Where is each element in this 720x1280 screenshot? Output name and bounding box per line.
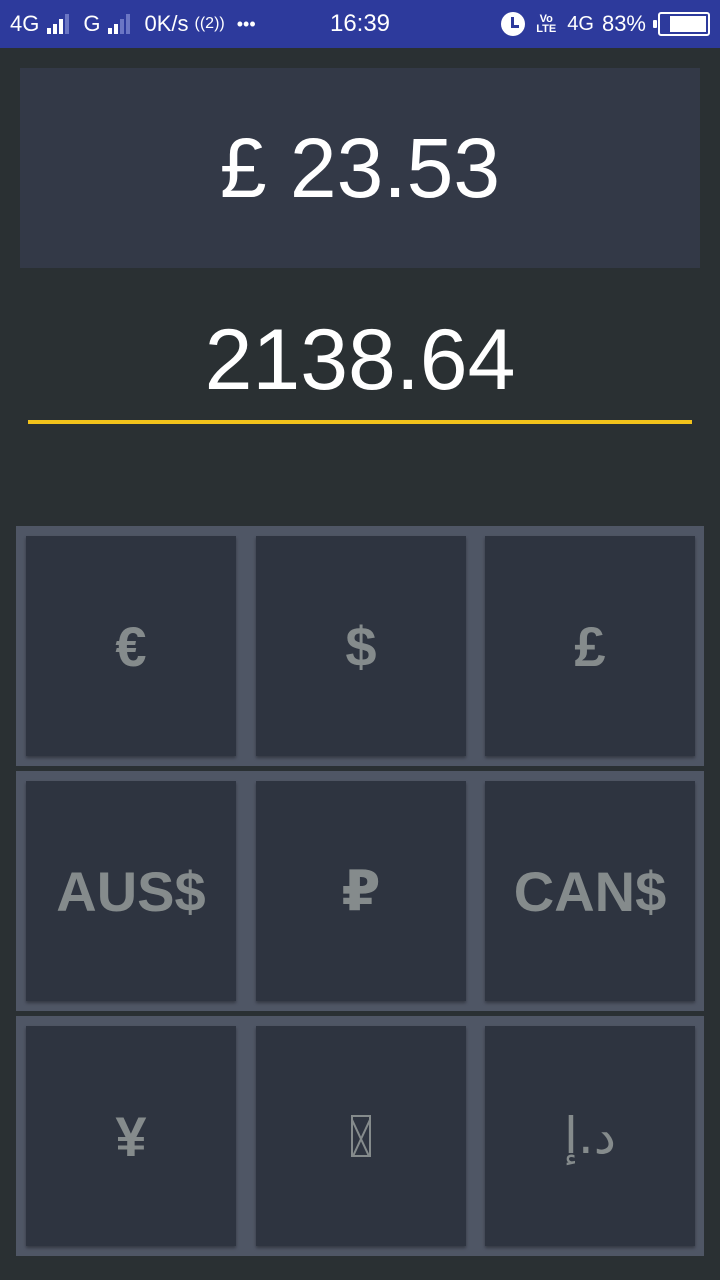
amount-input[interactable] [28,300,692,424]
currency-symbol: ₽ [341,859,381,922]
alarm-icon [501,12,526,36]
currency-row-3: ¥ د.إ [16,1016,704,1256]
status-bar: 4G G 0K/s ((2)) ••• 16:39 Vo LTE 4G 83% [0,0,720,48]
currency-row-1: € $ £ [16,526,704,766]
currency-button-ruble[interactable]: ₽ [256,781,466,1001]
network-type-1: 4G [10,11,40,36]
converted-result: £ 23.53 [20,68,700,268]
volte-label: Vo LTE [536,13,557,35]
currency-symbol: £ [574,614,606,678]
missing-glyph-icon [351,1115,371,1157]
network-type-3: 4G [567,12,594,35]
result-value: £ 23.53 [219,120,501,215]
currency-symbol: $ [345,614,377,678]
currency-button-aud[interactable]: AUS$ [26,781,236,1001]
network-type-2: G [83,11,101,36]
currency-symbol: د.إ [563,1107,617,1165]
status-right: Vo LTE 4G 83% [501,0,710,48]
status-left: 4G G 0K/s ((2)) ••• [10,0,256,48]
currency-button-dollar[interactable]: $ [256,536,466,756]
clock: 16:39 [329,10,391,37]
currency-button-euro[interactable]: € [26,536,236,756]
currency-symbol: ¥ [115,1104,147,1168]
currency-symbol: CAN$ [513,859,667,923]
data-speed: 0K/s [144,11,189,36]
more-icon: ••• [236,13,256,34]
battery-percent: 83% [601,11,646,36]
currency-symbol: AUS$ [56,859,206,923]
signal-icon-2 [108,14,131,34]
currency-button-unknown[interactable] [256,1026,466,1246]
battery-fill [670,16,706,32]
currency-button-yen[interactable]: ¥ [26,1026,236,1246]
currency-symbol: € [115,614,147,678]
hotspot-icon: ((2)) [194,15,225,32]
signal-icon [47,14,70,34]
currency-button-cad[interactable]: CAN$ [485,781,695,1001]
currency-button-pound[interactable]: £ [485,536,695,756]
battery-icon [653,12,710,36]
currency-button-dirham[interactable]: د.إ [485,1026,695,1246]
currency-row-2: AUS$ ₽ CAN$ [16,771,704,1011]
